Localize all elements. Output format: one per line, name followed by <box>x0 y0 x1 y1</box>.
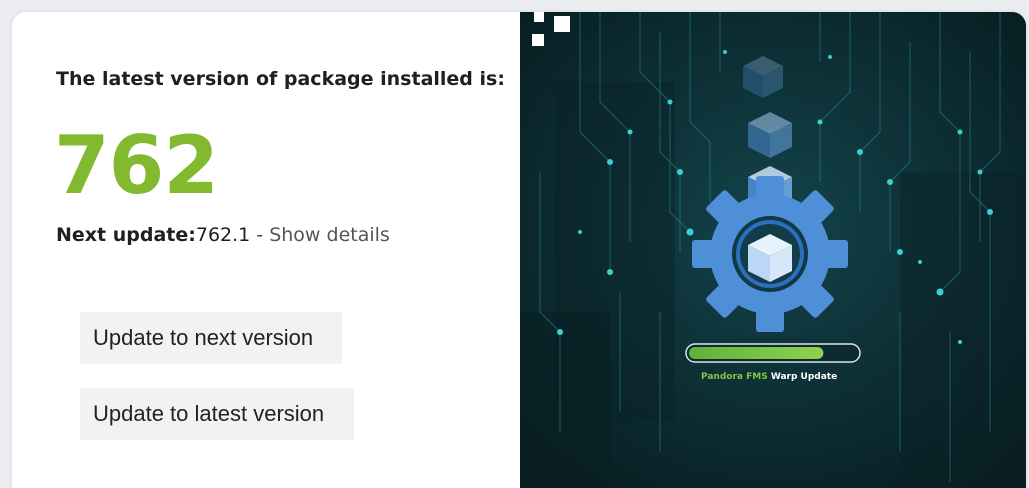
update-progress-bar <box>685 343 861 363</box>
next-update-label: Next update: <box>56 224 196 246</box>
installed-version-heading: The latest version of package installed … <box>56 68 505 90</box>
update-status-panel: The latest version of package installed … <box>12 12 520 488</box>
product-name: Warp Update <box>767 372 838 382</box>
next-update-version: 762.1 <box>195 224 251 246</box>
next-update-separator: - <box>250 224 270 246</box>
update-to-latest-version-button[interactable]: Update to latest version <box>80 388 354 440</box>
brand-name: Pandora FMS <box>701 372 768 382</box>
show-details-link[interactable]: Show details <box>269 224 390 246</box>
next-update-line: Next update:762.1 - Show details <box>56 224 390 246</box>
warp-update-banner: Pandora FMS Warp Update <box>520 12 1026 488</box>
update-to-next-version-button[interactable]: Update to next version <box>80 312 342 364</box>
warp-update-illustration <box>520 12 1026 488</box>
update-progress-fill <box>689 347 824 359</box>
update-card: The latest version of package installed … <box>12 12 1026 488</box>
current-version-number: 762 <box>54 119 219 212</box>
warp-update-caption: Pandora FMS Warp Update <box>701 372 837 382</box>
